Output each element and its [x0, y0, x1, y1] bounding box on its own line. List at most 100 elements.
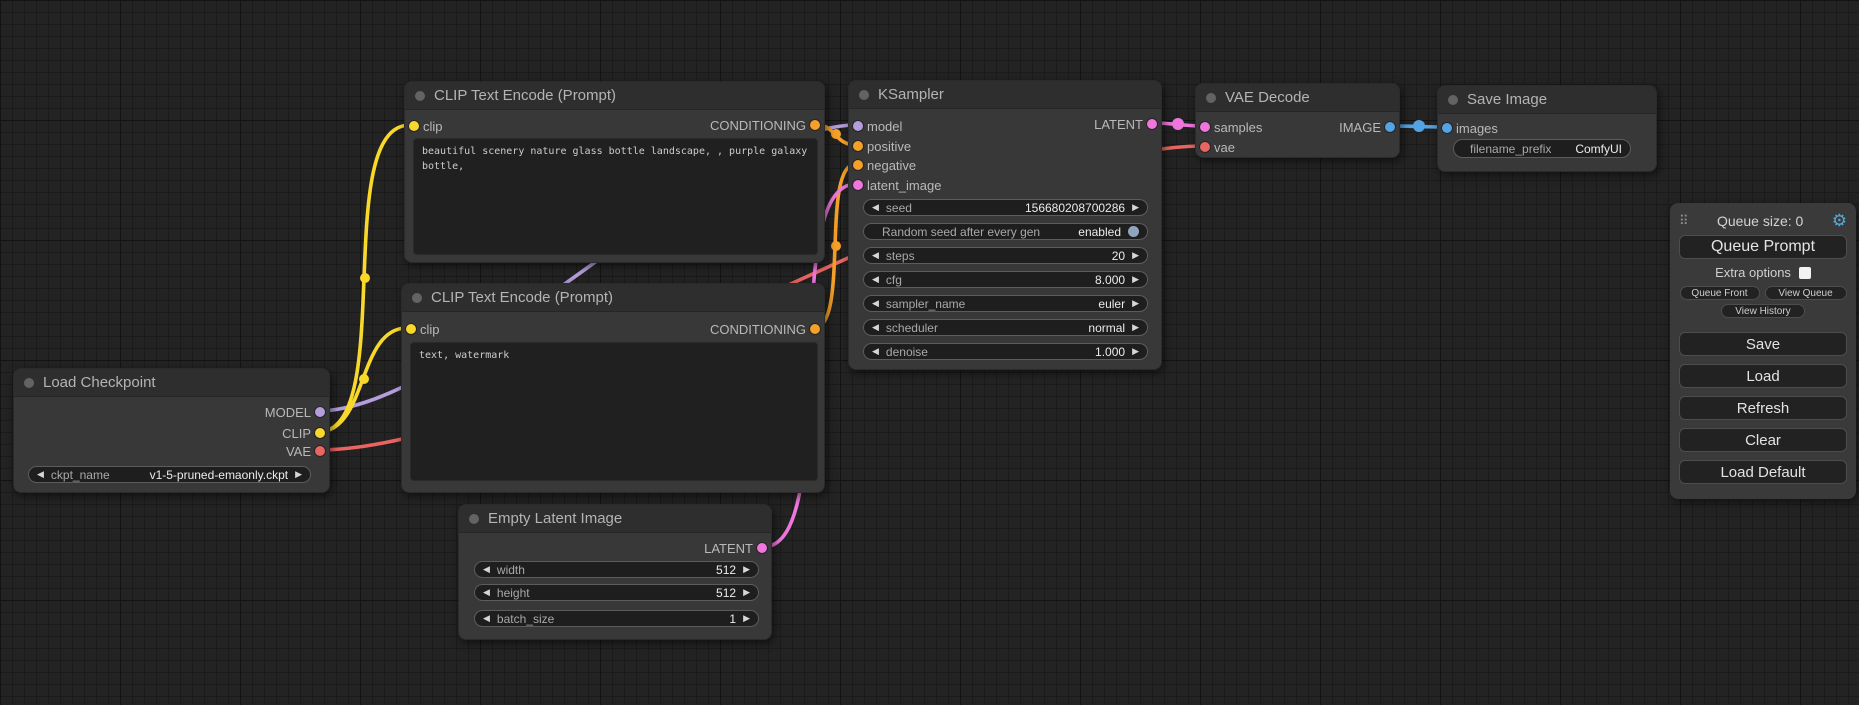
- port-dot-latent[interactable]: [757, 543, 767, 553]
- node-header[interactable]: Empty Latent Image: [459, 505, 771, 533]
- node-header[interactable]: KSampler: [849, 81, 1161, 109]
- widget-steps[interactable]: ◀steps 20▶: [863, 247, 1148, 264]
- input-positive[interactable]: positive: [849, 138, 911, 154]
- queue-prompt-button[interactable]: Queue Prompt: [1679, 235, 1847, 259]
- widget-random-seed-toggle[interactable]: Random seed after every gen enabled: [863, 223, 1148, 240]
- output-conditioning[interactable]: CONDITIONING: [710, 117, 824, 133]
- arrow-right-icon[interactable]: ▶: [743, 588, 750, 597]
- port-dot-conditioning[interactable]: [853, 141, 863, 151]
- widget-seed[interactable]: ◀seed 156680208700286▶: [863, 199, 1148, 216]
- port-dot-conditioning[interactable]: [853, 160, 863, 170]
- widget-height[interactable]: ◀height 512▶: [474, 584, 759, 601]
- input-vae[interactable]: vae: [1196, 139, 1235, 155]
- port-dot-conditioning[interactable]: [810, 120, 820, 130]
- arrow-right-icon[interactable]: ▶: [1132, 251, 1139, 260]
- load-button[interactable]: Load: [1679, 364, 1847, 388]
- output-latent[interactable]: LATENT: [1094, 116, 1161, 132]
- port-dot-model[interactable]: [853, 121, 863, 131]
- widget-ckpt-name[interactable]: ◀ckpt_name v1-5-pruned-emaonly.ckpt▶: [28, 466, 311, 483]
- arrow-left-icon[interactable]: ◀: [872, 299, 879, 308]
- widget-filename-prefix[interactable]: filename_prefix ComfyUI: [1453, 139, 1631, 158]
- output-clip[interactable]: CLIP: [282, 425, 329, 441]
- arrow-left-icon[interactable]: ◀: [483, 565, 490, 574]
- arrow-right-icon[interactable]: ▶: [1132, 203, 1139, 212]
- node-clip-text-encode-positive[interactable]: CLIP Text Encode (Prompt) clip CONDITION…: [404, 81, 825, 263]
- collapse-dot-icon[interactable]: [412, 293, 422, 303]
- port-dot-latent[interactable]: [1200, 122, 1210, 132]
- collapse-dot-icon[interactable]: [415, 91, 425, 101]
- node-clip-text-encode-negative[interactable]: CLIP Text Encode (Prompt) clip CONDITION…: [401, 283, 825, 493]
- port-dot-model[interactable]: [315, 407, 325, 417]
- arrow-right-icon[interactable]: ▶: [1132, 323, 1139, 332]
- port-dot-latent[interactable]: [853, 180, 863, 190]
- port-dot-latent[interactable]: [1147, 119, 1157, 129]
- widget-denoise[interactable]: ◀denoise 1.000▶: [863, 343, 1148, 360]
- collapse-dot-icon[interactable]: [1206, 93, 1216, 103]
- port-dot-vae[interactable]: [1200, 142, 1210, 152]
- output-vae[interactable]: VAE: [286, 443, 329, 459]
- input-samples[interactable]: samples: [1196, 119, 1262, 135]
- port-dot-clip[interactable]: [406, 324, 416, 334]
- view-history-button[interactable]: View History: [1721, 304, 1805, 318]
- port-dot-clip[interactable]: [409, 121, 419, 131]
- arrow-left-icon[interactable]: ◀: [483, 588, 490, 597]
- node-ksampler[interactable]: KSampler model positive negative latent_…: [848, 80, 1162, 370]
- drag-handle-icon[interactable]: ⠿: [1679, 213, 1689, 229]
- collapse-dot-icon[interactable]: [24, 378, 34, 388]
- port-dot-conditioning[interactable]: [810, 324, 820, 334]
- output-conditioning[interactable]: CONDITIONING: [710, 321, 824, 337]
- arrow-right-icon[interactable]: ▶: [1132, 347, 1139, 356]
- node-header[interactable]: Load Checkpoint: [14, 369, 329, 397]
- output-image[interactable]: IMAGE: [1339, 119, 1399, 135]
- prompt-textarea[interactable]: text, watermark: [410, 342, 818, 481]
- arrow-left-icon[interactable]: ◀: [872, 275, 879, 284]
- collapse-dot-icon[interactable]: [469, 514, 479, 524]
- arrow-left-icon[interactable]: ◀: [872, 323, 879, 332]
- input-images[interactable]: images: [1438, 120, 1498, 136]
- widget-width[interactable]: ◀width 512▶: [474, 561, 759, 578]
- input-latent-image[interactable]: latent_image: [849, 177, 941, 193]
- node-vae-decode[interactable]: VAE Decode samples vae IMAGE: [1195, 83, 1400, 158]
- output-model[interactable]: MODEL: [265, 404, 329, 420]
- port-dot-image[interactable]: [1442, 123, 1452, 133]
- clear-button[interactable]: Clear: [1679, 428, 1847, 452]
- output-latent[interactable]: LATENT: [704, 540, 771, 556]
- arrow-right-icon[interactable]: ▶: [743, 565, 750, 574]
- node-save-image[interactable]: Save Image images filename_prefix ComfyU…: [1437, 85, 1657, 172]
- arrow-left-icon[interactable]: ◀: [872, 347, 879, 356]
- arrow-left-icon[interactable]: ◀: [37, 470, 44, 479]
- input-model[interactable]: model: [849, 118, 902, 134]
- widget-batch-size[interactable]: ◀batch_size 1▶: [474, 610, 759, 627]
- node-header[interactable]: CLIP Text Encode (Prompt): [402, 284, 824, 312]
- port-dot-clip[interactable]: [315, 428, 325, 438]
- widget-scheduler[interactable]: ◀scheduler normal▶: [863, 319, 1148, 336]
- node-empty-latent-image[interactable]: Empty Latent Image LATENT ◀width 512▶ ◀h…: [458, 504, 772, 640]
- refresh-button[interactable]: Refresh: [1679, 396, 1847, 420]
- node-load-checkpoint[interactable]: Load Checkpoint MODEL CLIP VAE ◀ckpt_nam…: [13, 368, 330, 493]
- input-negative[interactable]: negative: [849, 157, 916, 173]
- arrow-left-icon[interactable]: ◀: [483, 614, 490, 623]
- queue-front-button[interactable]: Queue Front: [1680, 286, 1760, 300]
- arrow-right-icon[interactable]: ▶: [743, 614, 750, 623]
- node-header[interactable]: CLIP Text Encode (Prompt): [405, 82, 824, 110]
- widget-sampler-name[interactable]: ◀sampler_name euler▶: [863, 295, 1148, 312]
- node-header[interactable]: VAE Decode: [1196, 84, 1399, 112]
- node-header[interactable]: Save Image: [1438, 86, 1656, 114]
- load-default-button[interactable]: Load Default: [1679, 460, 1847, 484]
- save-button[interactable]: Save: [1679, 332, 1847, 356]
- arrow-left-icon[interactable]: ◀: [872, 251, 879, 260]
- arrow-left-icon[interactable]: ◀: [872, 203, 879, 212]
- port-dot-image[interactable]: [1385, 122, 1395, 132]
- view-queue-button[interactable]: View Queue: [1765, 286, 1847, 300]
- arrow-right-icon[interactable]: ▶: [1132, 299, 1139, 308]
- toggle-dot-icon[interactable]: [1128, 226, 1139, 237]
- arrow-right-icon[interactable]: ▶: [1132, 275, 1139, 284]
- input-clip[interactable]: clip: [405, 118, 443, 134]
- prompt-textarea[interactable]: beautiful scenery nature glass bottle la…: [413, 138, 818, 255]
- collapse-dot-icon[interactable]: [859, 90, 869, 100]
- collapse-dot-icon[interactable]: [1448, 95, 1458, 105]
- arrow-right-icon[interactable]: ▶: [295, 470, 302, 479]
- extra-options-checkbox[interactable]: [1799, 267, 1811, 279]
- widget-cfg[interactable]: ◀cfg 8.000▶: [863, 271, 1148, 288]
- gear-icon[interactable]: ⚙: [1832, 212, 1847, 229]
